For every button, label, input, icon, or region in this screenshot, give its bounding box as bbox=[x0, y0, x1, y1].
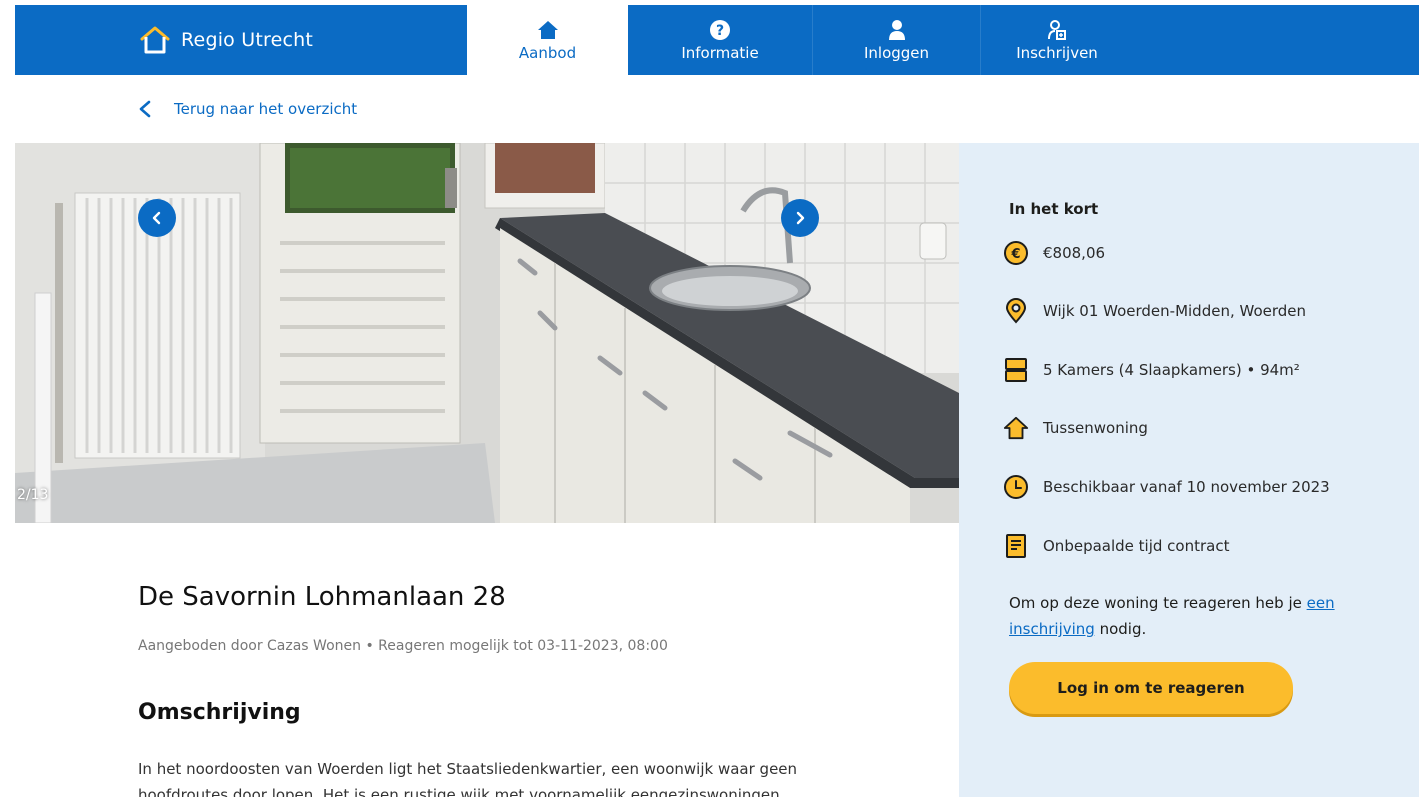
top-navigation-bar: Regio Utrecht Aanbod ? Informatie Inlogg… bbox=[15, 5, 1419, 75]
listing-meta: Aangeboden door Cazas Wonen • Reageren m… bbox=[138, 638, 668, 654]
clock-icon bbox=[1003, 474, 1029, 500]
nav-aanbod[interactable]: Aanbod bbox=[467, 5, 628, 75]
brand-name: Regio Utrecht bbox=[181, 29, 314, 51]
house-type-icon bbox=[1003, 415, 1029, 441]
fact-house-type-text: Tussenwoning bbox=[1043, 419, 1148, 437]
location-pin-icon bbox=[1003, 298, 1029, 324]
fact-price: € €808,06 bbox=[1003, 240, 1105, 266]
listing-title: De Savornin Lohmanlaan 28 bbox=[138, 582, 506, 612]
nav-inloggen[interactable]: Inloggen bbox=[813, 5, 981, 75]
chevron-left-icon bbox=[152, 211, 161, 225]
back-link-label: Terug naar het overzicht bbox=[174, 100, 358, 118]
fact-location: Wijk 01 Woerden-Midden, Woerden bbox=[1003, 298, 1306, 324]
photo-gallery[interactable]: 2/13 bbox=[15, 143, 959, 523]
user-icon bbox=[886, 19, 908, 41]
rooms-icon bbox=[1003, 357, 1029, 383]
back-to-overview-link[interactable]: Terug naar het overzicht bbox=[138, 100, 357, 118]
nav-informatie-label: Informatie bbox=[681, 43, 759, 62]
summary-heading: In het kort bbox=[1009, 200, 1099, 218]
nav-aanbod-label: Aanbod bbox=[518, 43, 577, 62]
user-add-icon bbox=[1046, 19, 1068, 41]
fact-price-text: €808,06 bbox=[1043, 244, 1106, 262]
nav-inloggen-label: Inloggen bbox=[863, 43, 930, 62]
house-logo-icon bbox=[140, 26, 170, 54]
house-icon bbox=[537, 19, 559, 41]
euro-icon: € bbox=[1003, 240, 1029, 266]
photo-counter: 2/13 bbox=[17, 487, 49, 503]
nav-inschrijven-label: Inschrijven bbox=[1016, 43, 1098, 62]
fact-house-type: Tussenwoning bbox=[1003, 415, 1148, 441]
description-heading: Omschrijving bbox=[138, 700, 301, 725]
fact-rooms-text: 5 Kamers (4 Slaapkamers) • 94m² bbox=[1043, 361, 1300, 379]
question-icon: ? bbox=[709, 19, 731, 41]
registration-note: Om op deze woning te reageren heb je een… bbox=[1009, 590, 1369, 642]
previous-photo-button[interactable] bbox=[138, 199, 176, 237]
contract-icon bbox=[1003, 533, 1029, 559]
fact-contract: Onbepaalde tijd contract bbox=[1003, 533, 1229, 559]
registration-note-text: Om op deze woning te reageren heb je bbox=[1009, 594, 1307, 612]
summary-panel: In het kort € €808,06 Wijk 01 Woerden-Mi… bbox=[959, 143, 1419, 797]
description-text: In het noordoosten van Woerden ligt het … bbox=[138, 760, 798, 797]
next-photo-button[interactable] bbox=[781, 199, 819, 237]
svg-text:?: ? bbox=[716, 23, 724, 39]
chevron-right-icon bbox=[796, 211, 805, 225]
nav-informatie[interactable]: ? Informatie bbox=[628, 5, 813, 75]
fact-location-text: Wijk 01 Woerden-Midden, Woerden bbox=[1043, 302, 1307, 320]
fact-contract-text: Onbepaalde tijd contract bbox=[1043, 537, 1230, 555]
login-to-respond-button[interactable]: Log in om te reageren bbox=[1009, 662, 1293, 714]
fact-availability-text: Beschikbaar vanaf 10 november 2023 bbox=[1043, 478, 1330, 496]
fact-rooms: 5 Kamers (4 Slaapkamers) • 94m² bbox=[1003, 357, 1300, 383]
fact-availability: Beschikbaar vanaf 10 november 2023 bbox=[1003, 474, 1330, 500]
registration-note-end: nodig. bbox=[1094, 620, 1147, 638]
brand-logo-link[interactable]: Regio Utrecht bbox=[15, 5, 467, 75]
chevron-left-icon bbox=[139, 100, 151, 118]
nav-inschrijven[interactable]: Inschrijven bbox=[981, 5, 1133, 75]
svg-text:€: € bbox=[1010, 247, 1020, 262]
